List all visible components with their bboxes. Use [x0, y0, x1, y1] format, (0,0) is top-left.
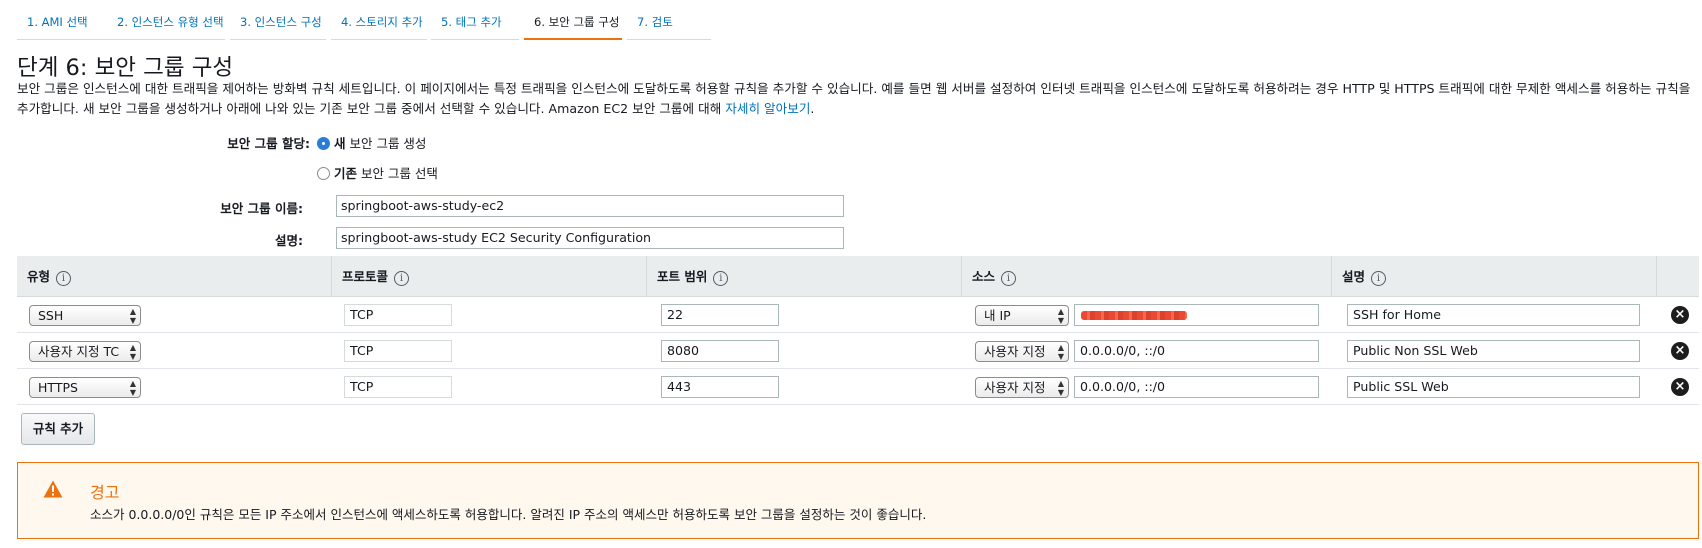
info-icon[interactable]: i	[713, 271, 729, 286]
tab-instance-config[interactable]: 3. 인스턴스 구성	[230, 0, 326, 40]
type-select[interactable]: SSH ▲ ▼	[29, 305, 141, 326]
source-select[interactable]: 사용자 지정 ▲ ▼	[975, 377, 1069, 398]
type-select-value: 사용자 지정 TC	[38, 344, 120, 359]
radio-new-bold: 새	[334, 136, 346, 151]
rules-table-header: 유형 i 프로토콜 i 포트 범위 i 소스 i 설명 i	[17, 256, 1699, 297]
page-title: 단계 6: 보안 그룹 구성	[17, 55, 234, 81]
type-select-value: HTTPS	[38, 380, 78, 395]
select-arrows-icon: ▲ ▼	[1057, 307, 1064, 325]
info-icon[interactable]: i	[1371, 271, 1387, 286]
select-arrows-icon: ▲ ▼	[129, 307, 136, 325]
security-group-desc-input[interactable]: springboot-aws-study EC2 Security Config…	[336, 227, 844, 249]
select-arrows-icon: ▲ ▼	[129, 379, 136, 397]
type-select[interactable]: HTTPS ▲ ▼	[29, 377, 141, 398]
tab-instance-type[interactable]: 2. 인스턴스 유형 선택	[107, 0, 225, 40]
select-arrows-icon: ▲ ▼	[1057, 343, 1064, 361]
warning-title: 경고	[90, 483, 120, 502]
select-arrows-icon: ▲ ▼	[1057, 379, 1064, 397]
radio-existing-bold: 기존	[334, 166, 358, 181]
col-port-range-label: 포트 범위	[657, 269, 708, 284]
remove-rule-icon[interactable]: ×	[1671, 306, 1689, 324]
source-select[interactable]: 사용자 지정 ▲ ▼	[975, 341, 1069, 362]
warning-triangle-icon	[43, 480, 63, 498]
source-select-value: 내 IP	[984, 308, 1011, 323]
tab-tags[interactable]: 5. 태그 추가	[431, 0, 519, 40]
info-icon[interactable]: i	[1001, 271, 1017, 286]
col-type-label: 유형	[27, 269, 51, 284]
source-select[interactable]: 내 IP ▲ ▼	[975, 305, 1069, 326]
table-row: HTTPS ▲ ▼ TCP 443 사용자 지정 ▲ ▼ 0.0.0.0/0, ::/0…	[17, 369, 1699, 405]
radio-new-indicator[interactable]	[317, 137, 330, 150]
assign-label: 보안 그룹 할당:	[227, 136, 310, 151]
col-protocol: 프로토콜 i	[332, 256, 647, 297]
tab-review[interactable]: 7. 검토	[627, 0, 711, 40]
info-icon[interactable]: i	[394, 271, 410, 286]
security-group-desc-label: 설명:	[275, 233, 303, 248]
radio-new-security-group[interactable]: 새 보안 그룹 생성	[317, 133, 426, 152]
rule-description-input[interactable]: Public Non SSL Web	[1347, 340, 1640, 362]
page-description: 보안 그룹은 인스턴스에 대한 트래픽을 제어하는 방화벽 규칙 세트입니다. …	[17, 79, 1697, 119]
radio-existing-security-group[interactable]: 기존 보안 그룹 선택	[317, 163, 438, 182]
type-select[interactable]: 사용자 지정 TC ▲ ▼	[29, 341, 141, 362]
table-row: 사용자 지정 TC ▲ ▼ TCP 8080 사용자 지정 ▲ ▼ 0.0.0.0/0,…	[17, 333, 1699, 369]
security-group-name-label: 보안 그룹 이름:	[220, 201, 303, 216]
warning-alert: 경고 소스가 0.0.0.0/0인 규칙은 모든 IP 주소에서 인스턴스에 액…	[17, 462, 1699, 539]
source-select-value: 사용자 지정	[984, 344, 1046, 359]
source-input[interactable]: 0.0.0.0/0, ::/0	[1074, 340, 1319, 362]
port-range-input[interactable]: 443	[661, 376, 779, 398]
protocol-field: TCP	[344, 376, 452, 398]
col-protocol-label: 프로토콜	[342, 269, 389, 284]
security-group-name-input[interactable]: springboot-aws-study-ec2	[336, 195, 844, 217]
rule-description-input[interactable]: Public SSL Web	[1347, 376, 1640, 398]
learn-more-link[interactable]: 자세히 알아보기	[725, 101, 810, 116]
source-input[interactable]: 0.0.0.0/0, ::/0	[1074, 376, 1319, 398]
col-source-label: 소스	[972, 269, 996, 284]
col-type: 유형 i	[17, 256, 332, 297]
col-port-range: 포트 범위 i	[647, 256, 962, 297]
source-input[interactable]	[1074, 304, 1319, 326]
info-icon[interactable]: i	[56, 271, 72, 286]
port-range-input[interactable]: 22	[661, 304, 779, 326]
radio-new-label: 보안 그룹 생성	[345, 136, 427, 151]
warning-message: 소스가 0.0.0.0/0인 규칙은 모든 IP 주소에서 인스턴스에 액세스하…	[90, 507, 927, 522]
table-row: SSH ▲ ▼ TCP 22 내 IP ▲ ▼ SSH for Home ×	[17, 297, 1699, 333]
select-arrows-icon: ▲ ▼	[129, 343, 136, 361]
tab-ami[interactable]: 1. AMI 선택	[17, 0, 109, 40]
type-select-value: SSH	[38, 308, 64, 323]
protocol-field: TCP	[344, 340, 452, 362]
description-text: 보안 그룹은 인스턴스에 대한 트래픽을 제어하는 방화벽 규칙 세트입니다. …	[17, 81, 1691, 116]
col-description-label: 설명	[1342, 269, 1366, 284]
remove-rule-icon[interactable]: ×	[1671, 378, 1689, 396]
protocol-field: TCP	[344, 304, 452, 326]
radio-existing-indicator[interactable]	[317, 167, 330, 180]
tab-security-group[interactable]: 6. 보안 그룹 구성	[524, 0, 622, 40]
port-range-input[interactable]: 8080	[661, 340, 779, 362]
rule-description-input[interactable]: SSH for Home	[1347, 304, 1640, 326]
description-end: .	[810, 101, 815, 116]
remove-rule-icon[interactable]: ×	[1671, 342, 1689, 360]
add-rule-button[interactable]: 규칙 추가	[21, 413, 95, 445]
redacted-ip-mark	[1081, 311, 1187, 320]
tab-storage[interactable]: 4. 스토리지 추가	[331, 0, 427, 40]
radio-existing-label: 보안 그룹 선택	[357, 166, 438, 181]
col-source: 소스 i	[962, 256, 1332, 297]
source-select-value: 사용자 지정	[984, 380, 1046, 395]
col-description: 설명 i	[1332, 256, 1657, 297]
